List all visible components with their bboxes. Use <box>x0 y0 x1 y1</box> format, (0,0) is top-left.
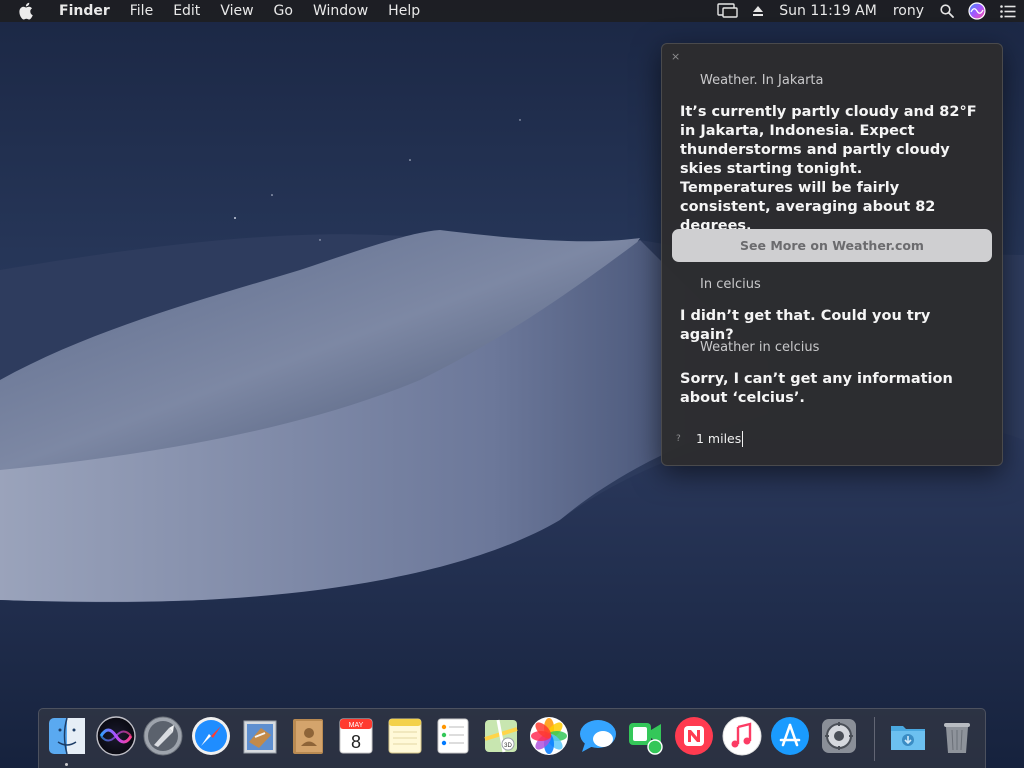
news-icon[interactable] <box>673 715 715 757</box>
finder-icon[interactable] <box>46 715 88 757</box>
apple-menu-icon[interactable] <box>19 2 37 20</box>
siri-panel: × Weather. In Jakarta It’s currently par… <box>661 43 1003 466</box>
safari-icon[interactable] <box>190 715 232 757</box>
finder-running-indicator <box>65 763 68 766</box>
siri-query-1: Weather. In Jakarta <box>700 73 824 88</box>
menubar-clock[interactable]: Sun 11:19 AM <box>771 0 885 22</box>
notes-icon[interactable] <box>384 715 426 757</box>
messages-icon[interactable] <box>577 715 619 757</box>
photos-icon[interactable] <box>528 715 570 757</box>
menu-view[interactable]: View <box>210 0 263 22</box>
system-preferences-icon[interactable] <box>818 715 860 757</box>
trash-icon[interactable] <box>936 715 978 757</box>
siri-query-3: Weather in celcius <box>700 340 820 355</box>
menubar-user[interactable]: rony <box>885 0 932 22</box>
siri-answer-1: It’s currently partly cloudy and 82°F in… <box>680 104 977 234</box>
dock-divider <box>874 717 875 761</box>
downloads-folder-icon[interactable] <box>887 715 929 757</box>
display-mirroring-icon[interactable] <box>711 0 745 22</box>
menu-edit[interactable]: Edit <box>163 0 210 22</box>
siri-icon[interactable] <box>95 715 137 757</box>
siri-answer-3: Sorry, I can’t get any information about… <box>680 371 953 406</box>
close-button[interactable]: × <box>671 50 680 63</box>
calendar-month: MAY <box>349 722 364 729</box>
siri-input-row[interactable]: ? 1 miles <box>676 430 986 448</box>
calendar-day: 8 <box>351 732 361 752</box>
siri-query-2: In celcius <box>700 277 761 292</box>
help-icon[interactable]: ? <box>676 434 696 444</box>
see-more-weather-button[interactable]: See More on Weather.com <box>672 229 992 262</box>
facetime-icon[interactable] <box>625 715 667 757</box>
menu-help[interactable]: Help <box>378 0 430 22</box>
itunes-icon[interactable] <box>721 715 763 757</box>
contacts-icon[interactable] <box>287 715 329 757</box>
reminders-icon[interactable] <box>432 715 474 757</box>
siri-input[interactable]: 1 miles <box>696 431 744 447</box>
menu-app-name[interactable]: Finder <box>51 0 120 22</box>
notification-center-icon[interactable] <box>992 0 1024 22</box>
app-store-icon[interactable] <box>769 715 811 757</box>
siri-menu-icon[interactable] <box>962 0 992 22</box>
maps-icon[interactable]: 3D <box>480 715 522 757</box>
calendar-icon[interactable]: MAY 8 <box>335 715 377 757</box>
mail-icon[interactable] <box>239 715 281 757</box>
dock: MAY 8 3D <box>38 708 986 768</box>
menu-file[interactable]: File <box>120 0 163 22</box>
svg-text:3D: 3D <box>504 743 512 749</box>
eject-icon[interactable] <box>745 0 771 22</box>
spotlight-search-icon[interactable] <box>932 0 962 22</box>
launchpad-icon[interactable] <box>142 715 184 757</box>
menu-bar: Finder File Edit View Go Window Help Sun… <box>0 0 1024 22</box>
menu-window[interactable]: Window <box>303 0 378 22</box>
menu-go[interactable]: Go <box>264 0 303 22</box>
